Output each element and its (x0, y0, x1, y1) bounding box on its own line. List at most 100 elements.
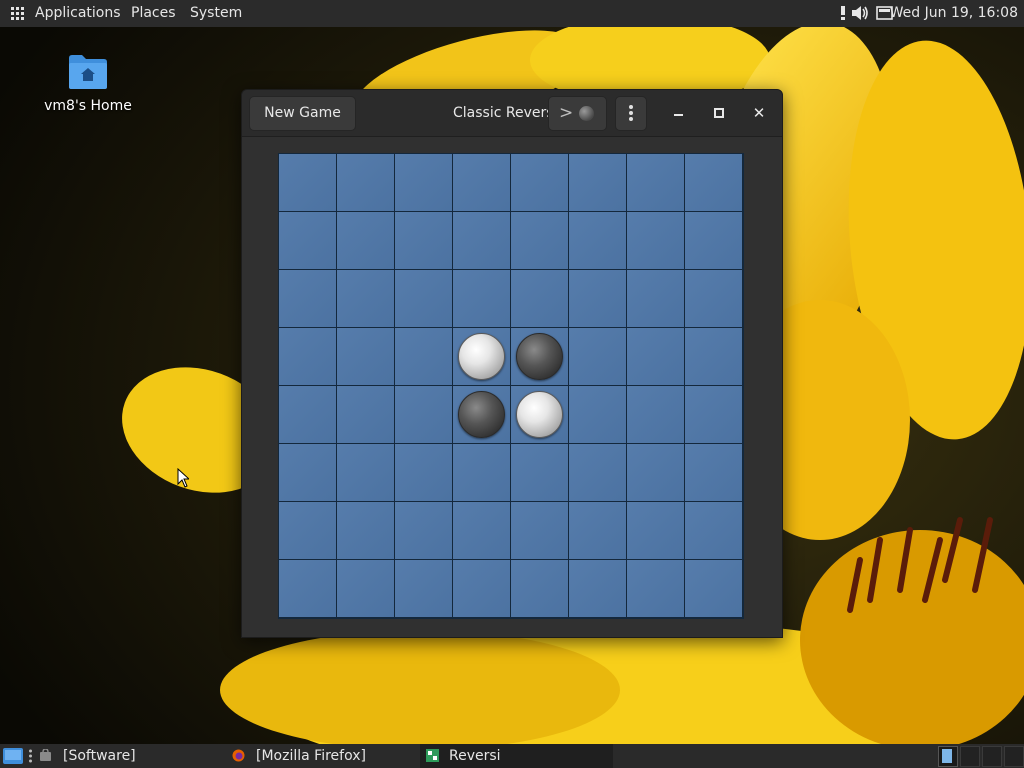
board-cell[interactable] (337, 154, 394, 211)
menu-system[interactable]: System (190, 0, 242, 27)
board-cell[interactable] (279, 328, 336, 385)
taskbar-item-reversi[interactable]: Reversi (420, 744, 613, 768)
board-cell[interactable] (395, 560, 452, 617)
firefox-icon (232, 749, 245, 762)
board-cell[interactable] (395, 270, 452, 327)
white-piece (516, 391, 563, 438)
board-cell[interactable] (627, 270, 684, 327)
show-desktop-icon[interactable] (3, 748, 23, 764)
board-cell[interactable] (685, 386, 742, 443)
board-cell[interactable] (511, 270, 568, 327)
taskbar-item-software[interactable]: [Software] (36, 744, 221, 768)
game-board[interactable] (278, 153, 744, 619)
board-cell[interactable] (569, 270, 626, 327)
software-icon (40, 749, 51, 761)
board-cell[interactable] (279, 386, 336, 443)
drag-handle-icon[interactable] (28, 748, 33, 764)
board-cell[interactable] (627, 328, 684, 385)
board-cell[interactable] (569, 502, 626, 559)
board-cell[interactable] (395, 328, 452, 385)
board-cell[interactable] (279, 560, 336, 617)
board-cell[interactable] (685, 560, 742, 617)
desktop-icon-home[interactable]: vm8's Home (40, 52, 136, 114)
main-menu-button[interactable] (615, 96, 647, 131)
chevron-right-icon: > (559, 103, 574, 123)
black-piece (458, 391, 505, 438)
mouse-cursor-icon (177, 468, 189, 488)
board-cell[interactable] (511, 560, 568, 617)
board-cell[interactable] (337, 212, 394, 269)
board-cell[interactable] (337, 560, 394, 617)
board-cell[interactable] (627, 560, 684, 617)
board-cell[interactable] (627, 212, 684, 269)
home-folder-icon (69, 55, 107, 89)
board-cell[interactable] (627, 444, 684, 501)
board-cell[interactable] (279, 212, 336, 269)
notification-icon[interactable] (840, 5, 846, 21)
board-cell[interactable] (627, 502, 684, 559)
menu-places[interactable]: Places (131, 0, 176, 27)
maximize-icon[interactable] (704, 98, 734, 128)
board-cell[interactable] (569, 328, 626, 385)
board-cell[interactable] (685, 328, 742, 385)
taskbar-item-firefox[interactable]: [Mozilla Firefox] (228, 744, 418, 768)
board-cell[interactable] (453, 444, 510, 501)
board-cell[interactable] (279, 270, 336, 327)
board-cell[interactable] (511, 444, 568, 501)
board-cell[interactable] (395, 154, 452, 211)
board-cell[interactable] (569, 386, 626, 443)
board-cell[interactable] (337, 270, 394, 327)
board-cell[interactable] (685, 270, 742, 327)
top-panel: Applications Places System Wed Jun 19, 1… (0, 0, 1024, 27)
board-cell[interactable] (511, 328, 568, 385)
board-cell[interactable] (279, 502, 336, 559)
workspace-2[interactable] (960, 746, 980, 767)
volume-icon[interactable] (851, 5, 869, 21)
workspace-4[interactable] (1004, 746, 1024, 767)
board-cell[interactable] (511, 154, 568, 211)
board-cell[interactable] (569, 444, 626, 501)
board-cell[interactable] (569, 212, 626, 269)
board-cell[interactable] (685, 212, 742, 269)
clock[interactable]: Wed Jun 19, 16:08 (890, 0, 1018, 27)
board-cell[interactable] (569, 560, 626, 617)
board-cell[interactable] (453, 328, 510, 385)
board-cell[interactable] (685, 154, 742, 211)
board-cell[interactable] (453, 154, 510, 211)
board-cell[interactable] (685, 502, 742, 559)
board-cell[interactable] (279, 444, 336, 501)
board-cell[interactable] (453, 560, 510, 617)
current-player-disc-icon (579, 106, 594, 121)
board-cell[interactable] (685, 444, 742, 501)
apps-grid-icon[interactable] (11, 7, 24, 20)
board-cell[interactable] (627, 154, 684, 211)
minimize-icon[interactable] (664, 98, 694, 128)
board-cell[interactable] (511, 502, 568, 559)
board-cell[interactable] (511, 212, 568, 269)
close-icon[interactable]: ✕ (744, 98, 774, 128)
header-bar[interactable]: New Game Classic Reversi > ✕ (242, 90, 782, 137)
workspace-3[interactable] (982, 746, 1002, 767)
board-cell[interactable] (337, 444, 394, 501)
board-cell[interactable] (395, 386, 452, 443)
workspace-1[interactable] (938, 746, 958, 767)
board-cell[interactable] (395, 212, 452, 269)
board-cell[interactable] (453, 212, 510, 269)
white-piece (458, 333, 505, 380)
board-cell[interactable] (395, 502, 452, 559)
board-cell[interactable] (511, 386, 568, 443)
board-cell[interactable] (337, 328, 394, 385)
board-cell[interactable] (279, 154, 336, 211)
board-cell[interactable] (337, 502, 394, 559)
board-cell[interactable] (627, 386, 684, 443)
history-button[interactable]: > (548, 96, 607, 131)
board-cell[interactable] (337, 386, 394, 443)
desktop-icon-label: vm8's Home (44, 98, 132, 114)
board-cell[interactable] (453, 270, 510, 327)
new-game-button[interactable]: New Game (249, 96, 356, 131)
menu-applications[interactable]: Applications (35, 0, 121, 27)
board-cell[interactable] (453, 386, 510, 443)
board-cell[interactable] (395, 444, 452, 501)
board-cell[interactable] (453, 502, 510, 559)
board-cell[interactable] (569, 154, 626, 211)
